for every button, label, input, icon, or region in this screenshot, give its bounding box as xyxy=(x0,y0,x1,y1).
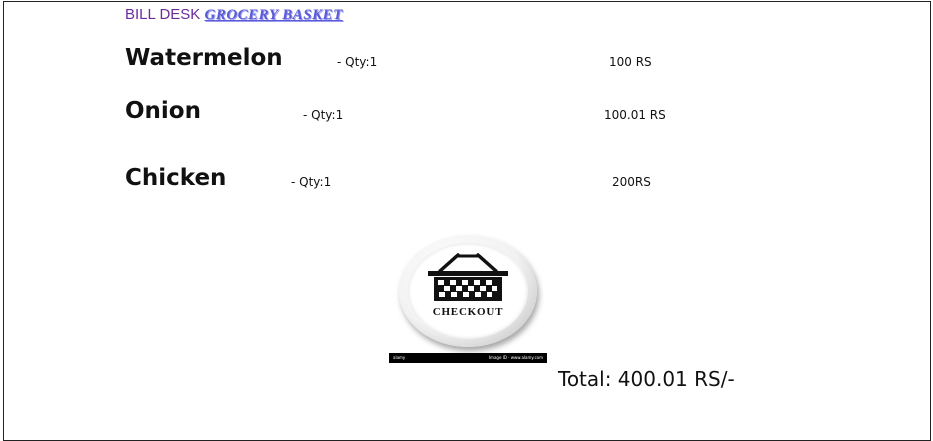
item-name-watermelon: Watermelon xyxy=(125,45,283,71)
item-price-onion: 100.01 RS xyxy=(604,108,666,122)
checkout-button[interactable]: CHECKOUT alamy Image ID · www.alamy.com xyxy=(389,235,547,363)
item-price-chicken: 200RS xyxy=(612,175,651,189)
item-qty-chicken: - Qty:1 xyxy=(291,175,332,189)
checkout-label: CHECKOUT xyxy=(432,306,504,318)
brand-title: GROCERY BASKET xyxy=(204,7,343,23)
item-qty-watermelon: - Qty:1 xyxy=(337,55,378,69)
page-header: BILL DESK GROCERY BASKET xyxy=(125,6,343,24)
basket-icon xyxy=(428,253,508,301)
item-name-onion: Onion xyxy=(125,98,201,124)
item-name-chicken: Chicken xyxy=(125,165,227,191)
watermark-right: Image ID · www.alamy.com xyxy=(488,355,543,360)
item-price-watermelon: 100 RS xyxy=(609,55,652,69)
total-amount: Total: 400.01 RS/- xyxy=(558,367,735,391)
watermark-left: alamy xyxy=(393,355,406,360)
header-prefix: BILL DESK xyxy=(125,6,201,23)
item-qty-onion: - Qty:1 xyxy=(303,108,344,122)
watermark-strip: alamy Image ID · www.alamy.com xyxy=(389,353,547,363)
